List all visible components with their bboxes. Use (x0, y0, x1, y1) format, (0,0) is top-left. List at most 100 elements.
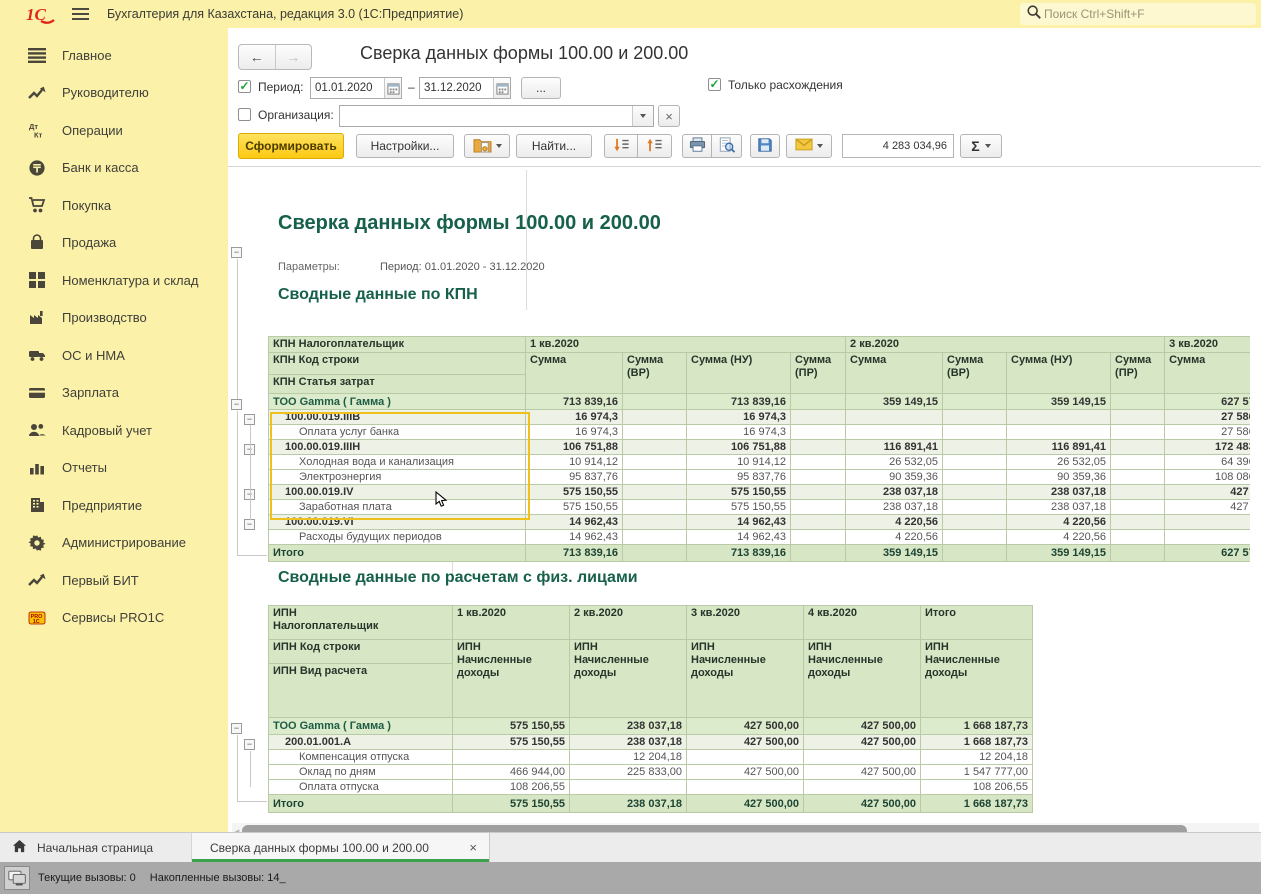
row-label-cell[interactable]: 100.00.019.IIIB (269, 410, 526, 425)
row-label-cell[interactable]: Компенсация отпуска (269, 750, 453, 765)
tab-home-page[interactable]: Начальная страница (0, 833, 192, 862)
value-cell[interactable]: 1 668 187,73 (921, 718, 1033, 735)
only-diff-checkbox[interactable]: ✓ (708, 78, 721, 91)
value-cell[interactable]: 108 206,55 (921, 780, 1033, 795)
value-cell[interactable]: 427 500 (1165, 485, 1250, 500)
value-cell[interactable]: 4 220,56 (1007, 515, 1111, 530)
value-cell[interactable]: 106 751,88 (526, 440, 623, 455)
period-checkbox[interactable]: ✓ (238, 80, 251, 93)
sidebar-item-pokupka[interactable]: Покупка (0, 192, 228, 218)
value-cell[interactable]: 1 668 187,73 (921, 735, 1033, 750)
value-cell[interactable]: 14 962,43 (526, 515, 623, 530)
value-cell[interactable] (943, 545, 1007, 562)
value-cell[interactable] (791, 470, 846, 485)
column-header-quarter[interactable]: Итого (921, 606, 1033, 640)
column-header[interactable]: ИПН Начисленные доходы (453, 640, 570, 718)
value-cell[interactable]: 359 149,15 (846, 545, 943, 562)
value-cell[interactable]: 427 500,00 (687, 765, 804, 780)
value-cell[interactable] (791, 425, 846, 440)
org-clear-button[interactable]: × (658, 105, 680, 127)
sidebar-item-bank-i-kassa[interactable]: Банк и касса (0, 155, 228, 181)
value-cell[interactable]: 575 150,55 (687, 485, 791, 500)
column-header[interactable]: Сумма (ВР) (943, 353, 1007, 394)
value-cell[interactable] (791, 530, 846, 545)
column-header[interactable]: Сумма (ПР) (791, 353, 846, 394)
value-cell[interactable] (804, 750, 921, 765)
value-cell[interactable] (570, 780, 687, 795)
value-cell[interactable] (791, 394, 846, 410)
value-cell[interactable] (943, 394, 1007, 410)
value-cell[interactable]: 10 914,12 (687, 455, 791, 470)
value-cell[interactable]: 4 220,56 (1007, 530, 1111, 545)
value-cell[interactable]: 10 914,12 (526, 455, 623, 470)
value-cell[interactable]: 27 586,97 (1165, 425, 1250, 440)
expand-groups-button[interactable] (604, 134, 638, 158)
value-cell[interactable]: 575 150,55 (687, 500, 791, 515)
calendar-icon[interactable] (493, 78, 510, 98)
row-header[interactable]: ИПН Код строки (269, 640, 453, 664)
row-label-cell[interactable]: Оплата услуг банка (269, 425, 526, 440)
column-header-quarter[interactable]: 2 кв.2020 (846, 337, 1165, 353)
sidebar-item-otchety[interactable]: Отчеты (0, 455, 228, 481)
value-cell[interactable]: 108 086,46 (1165, 470, 1250, 485)
period-more-button[interactable]: ... (521, 77, 561, 99)
value-cell[interactable]: 16 974,3 (526, 425, 623, 440)
value-cell[interactable] (623, 425, 687, 440)
value-cell[interactable]: 90 359,36 (1007, 470, 1111, 485)
value-cell[interactable] (623, 394, 687, 410)
value-cell[interactable]: 713 839,16 (687, 394, 791, 410)
value-cell[interactable] (1111, 485, 1165, 500)
column-header[interactable]: ИПН Начисленные доходы (804, 640, 921, 718)
value-cell[interactable]: 14 962,43 (687, 530, 791, 545)
collapse-toggle[interactable]: − (231, 399, 242, 410)
value-cell[interactable]: 575 150,55 (453, 735, 570, 750)
sidebar-item-proizvodstvo[interactable]: Производство (0, 305, 228, 331)
value-cell[interactable] (623, 500, 687, 515)
value-cell[interactable]: 575 150,55 (453, 718, 570, 735)
generate-button[interactable]: Сформировать (238, 133, 344, 159)
row-label-cell[interactable]: Холодная вода и канализация (269, 455, 526, 470)
value-cell[interactable]: 238 037,18 (570, 718, 687, 735)
value-cell[interactable] (687, 780, 804, 795)
column-header-quarter[interactable]: 2 кв.2020 (570, 606, 687, 640)
value-cell[interactable] (1165, 515, 1250, 530)
value-cell[interactable] (791, 545, 846, 562)
column-header[interactable]: Сумма (526, 353, 623, 394)
column-header[interactable]: ИПН Начисленные доходы (570, 640, 687, 718)
value-cell[interactable]: 12 204,18 (921, 750, 1033, 765)
value-cell[interactable]: 14 962,43 (687, 515, 791, 530)
value-cell[interactable]: 16 974,3 (526, 410, 623, 425)
column-header[interactable]: Сумма (846, 353, 943, 394)
value-cell[interactable]: 238 037,18 (846, 485, 943, 500)
row-header[interactable]: ИПН Налогоплательщик (269, 606, 453, 640)
value-cell[interactable]: 26 532,05 (846, 455, 943, 470)
value-cell[interactable]: 713 839,16 (687, 545, 791, 562)
value-cell[interactable]: 238 037,18 (570, 735, 687, 750)
find-button[interactable]: Найти... (516, 134, 592, 158)
value-cell[interactable] (1111, 470, 1165, 485)
chevron-down-icon[interactable] (632, 106, 653, 126)
collapse-toggle[interactable]: − (244, 519, 255, 530)
value-cell[interactable] (1007, 425, 1111, 440)
value-cell[interactable] (623, 530, 687, 545)
value-cell[interactable] (1111, 545, 1165, 562)
value-cell[interactable] (791, 500, 846, 515)
value-cell[interactable] (791, 485, 846, 500)
column-header[interactable]: Сумма (НУ) (687, 353, 791, 394)
value-cell[interactable] (943, 425, 1007, 440)
collapse-toggle[interactable]: − (231, 247, 242, 258)
back-button[interactable]: ← (239, 45, 276, 69)
column-header[interactable]: Сумма (ПР) (1111, 353, 1165, 394)
column-header[interactable]: Сумма (НУ) (1007, 353, 1111, 394)
value-cell[interactable] (1111, 440, 1165, 455)
value-cell[interactable]: 4 220,56 (846, 515, 943, 530)
value-cell[interactable] (846, 425, 943, 440)
forward-button[interactable]: → (276, 45, 312, 69)
value-cell[interactable] (623, 410, 687, 425)
row-label-cell[interactable]: Итого (269, 545, 526, 562)
value-cell[interactable] (1007, 410, 1111, 425)
value-cell[interactable]: 26 532,05 (1007, 455, 1111, 470)
value-cell[interactable] (623, 440, 687, 455)
value-cell[interactable]: 427 500,00 (804, 765, 921, 780)
row-label-cell[interactable]: Заработная плата (269, 500, 526, 515)
